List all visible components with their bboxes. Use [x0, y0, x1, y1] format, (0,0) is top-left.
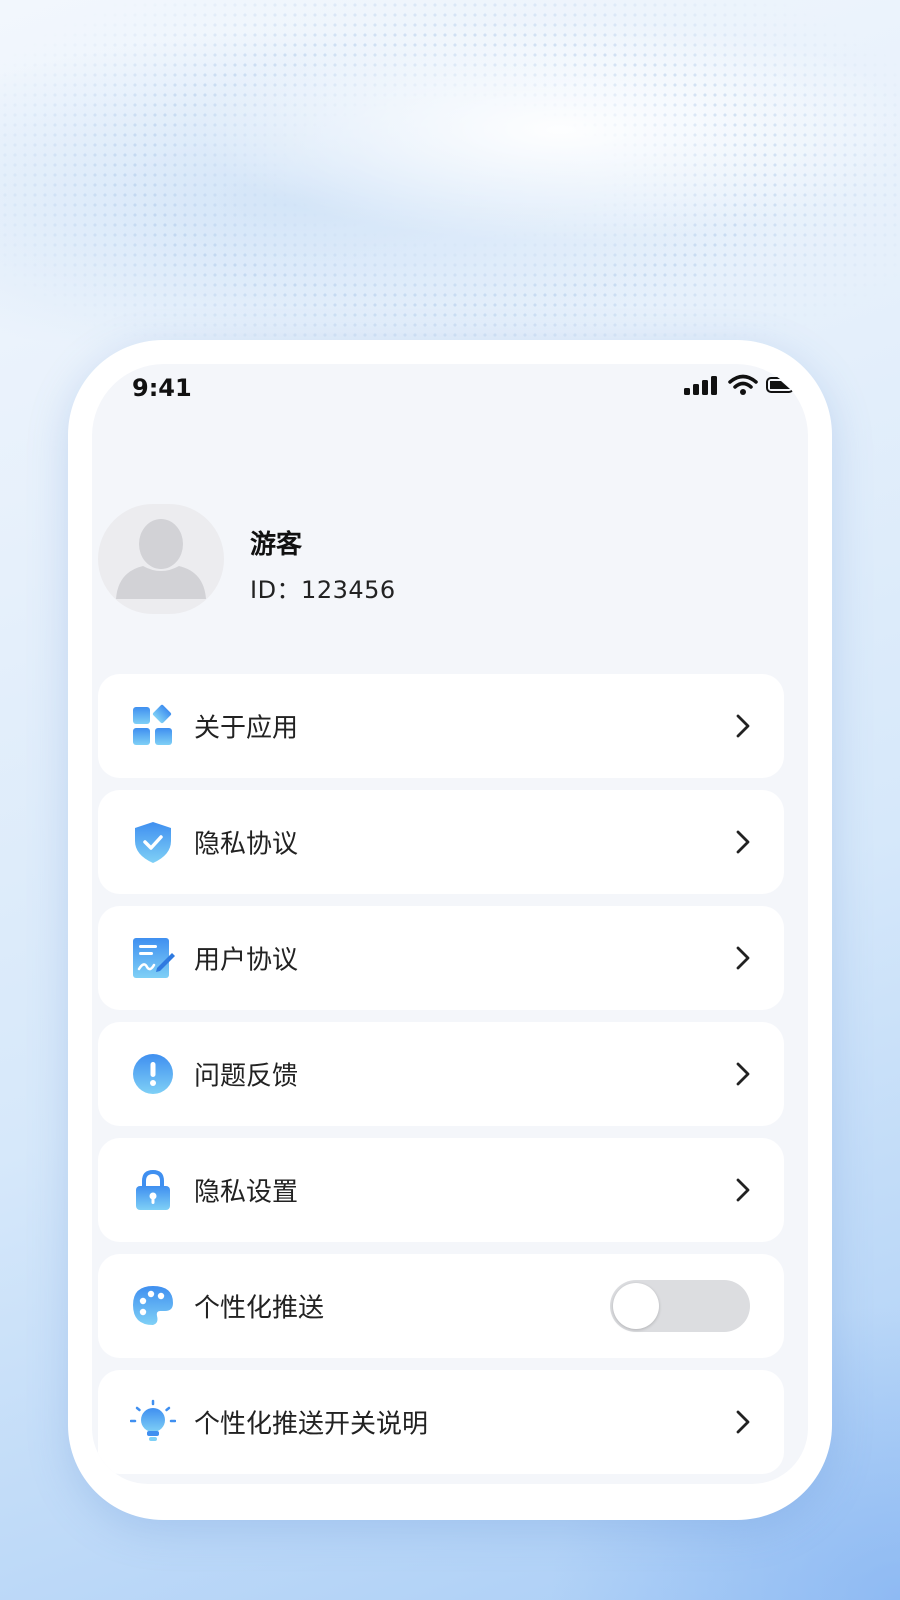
menu-item-label: 问题反馈	[194, 1061, 299, 1092]
menu-item-label: 用户协议	[194, 945, 299, 976]
menu-item-label: 个性化推送开关说明	[194, 1409, 429, 1440]
user-id: ID：123456	[250, 576, 396, 604]
menu-item-push-explanation[interactable]: 个性化推送开关说明	[98, 1370, 784, 1474]
chevron-right-icon	[736, 714, 750, 738]
apps-icon	[133, 704, 172, 745]
menu-item-label: 隐私协议	[194, 829, 299, 860]
avatar[interactable]	[98, 504, 224, 614]
palette-icon	[133, 1286, 173, 1325]
menu-item-label: 隐私设置	[194, 1177, 299, 1208]
wifi-icon	[728, 374, 758, 395]
menu-item-label: 关于应用	[194, 713, 299, 744]
phone-screen: 9:41 游客 ID：123456 关于应用 隐私协议 用户协议 问题反馈 隐私…	[92, 364, 808, 1484]
menu-item-label: 个性化推送	[194, 1293, 325, 1324]
phone-frame: 9:41 游客 ID：123456 关于应用 隐私协议 用户协议 问题反馈 隐私…	[68, 340, 832, 1520]
default-avatar-icon	[116, 519, 206, 599]
shield-check-icon	[135, 822, 171, 863]
status-icons	[684, 374, 796, 396]
chevron-right-icon	[736, 946, 750, 970]
chevron-right-icon	[736, 1062, 750, 1086]
chevron-right-icon	[736, 830, 750, 854]
chevron-right-icon	[736, 1410, 750, 1434]
menu-item-about-app[interactable]: 关于应用	[98, 674, 784, 778]
profile-header[interactable]: 游客 ID：123456	[98, 504, 798, 614]
document-sign-icon	[133, 938, 175, 978]
personalized-push-toggle[interactable]	[610, 1280, 750, 1332]
menu-item-personalized-push: 个性化推送	[98, 1254, 784, 1358]
battery-icon	[766, 377, 794, 393]
username: 游客	[250, 530, 303, 560]
chevron-right-icon	[736, 1178, 750, 1202]
menu-item-privacy-settings[interactable]: 隐私设置	[98, 1138, 784, 1242]
menu-item-feedback[interactable]: 问题反馈	[98, 1022, 784, 1126]
menu-item-privacy-policy[interactable]: 隐私协议	[98, 790, 784, 894]
lightbulb-icon	[130, 1399, 176, 1441]
status-time: 9:41	[132, 374, 192, 402]
lock-icon	[136, 1169, 170, 1210]
status-bar: 9:41	[92, 364, 808, 420]
menu-item-user-agreement[interactable]: 用户协议	[98, 906, 784, 1010]
toggle-knob	[613, 1283, 659, 1329]
exclamation-icon	[133, 1054, 173, 1094]
signal-icon	[684, 376, 717, 395]
